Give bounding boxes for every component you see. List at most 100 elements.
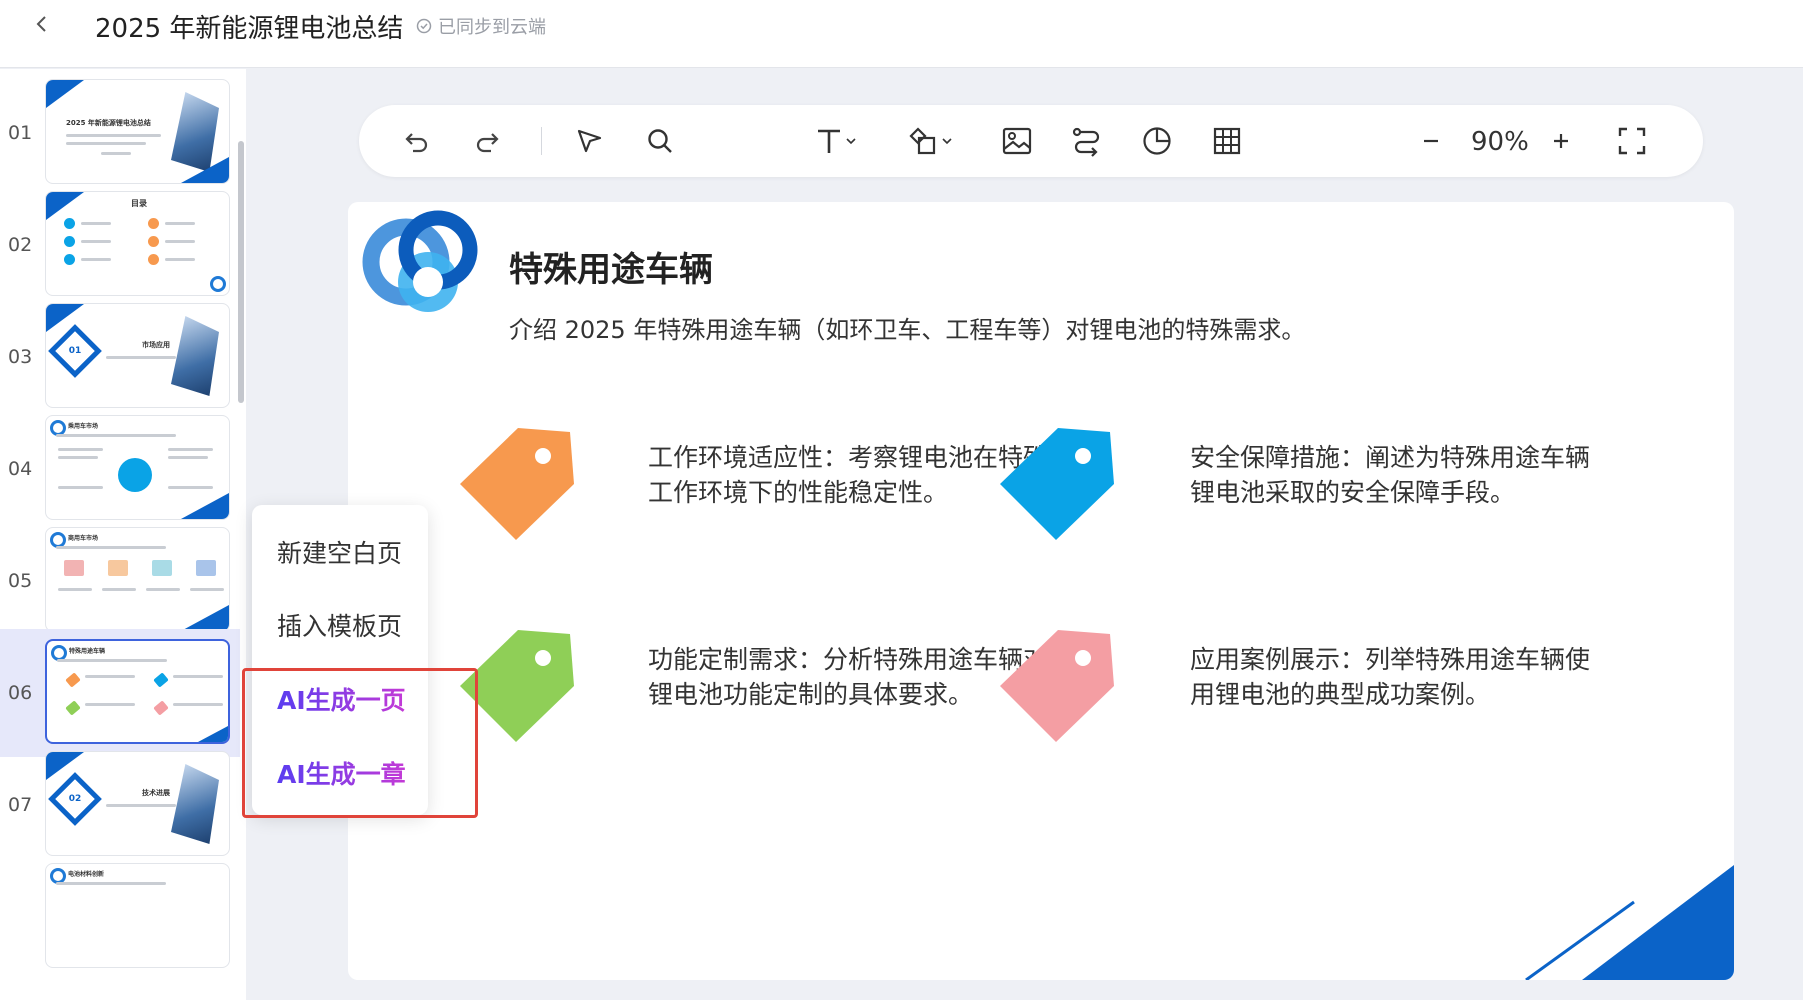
slide-thumbnail-item[interactable]: 04 乘用车市场 xyxy=(0,405,240,533)
select-tool-button[interactable] xyxy=(571,123,607,159)
building-image xyxy=(171,316,219,396)
chevron-down-icon xyxy=(846,138,856,145)
flow-icon xyxy=(1072,127,1100,157)
document-title[interactable]: 2025 年新能源锂电池总结 xyxy=(95,8,403,45)
slide-thumbnail[interactable]: 商用车市场 xyxy=(45,527,230,632)
thumb-title: 目录 xyxy=(131,199,147,208)
thumb-decoration xyxy=(46,192,84,220)
slide-thumbnail[interactable]: 乘用车市场 xyxy=(45,415,230,520)
top-header: 2025 年新能源锂电池总结 已同步到云端 xyxy=(0,0,1803,68)
toolbar-divider xyxy=(541,127,542,155)
menu-item-new-blank-page[interactable]: 新建空白页 xyxy=(277,534,402,570)
undo-icon xyxy=(405,133,428,153)
section-number: 01 xyxy=(68,346,82,356)
thumb-decoration xyxy=(181,157,229,183)
slide-number: 02 xyxy=(8,234,33,256)
thumb-text-line xyxy=(57,659,167,662)
tag-icon xyxy=(153,700,169,716)
slide-number: 03 xyxy=(8,346,33,368)
slide-thumbnail-item[interactable]: 02 目录 xyxy=(0,181,240,309)
table-icon xyxy=(1213,127,1241,155)
slide-number: 04 xyxy=(8,458,33,480)
thumb-text-line xyxy=(106,804,176,807)
thumb-icon xyxy=(64,254,75,265)
shape-tool-button[interactable] xyxy=(904,123,958,159)
chart-tool-button[interactable] xyxy=(1139,123,1175,159)
thumb-text-line xyxy=(56,882,166,885)
menu-item-ai-generate-chapter[interactable]: AI生成一章 xyxy=(277,755,406,791)
sync-status: 已同步到云端 xyxy=(416,13,546,39)
slide-thumbnail-item[interactable]: 电池材料创新 xyxy=(0,853,240,981)
slide-thumbnail[interactable]: 特殊用途车辆 xyxy=(45,639,230,744)
thumb-icon xyxy=(148,254,159,265)
chevron-left-icon xyxy=(36,16,46,32)
slide-thumbnail[interactable]: 目录 xyxy=(45,191,230,296)
minus-icon xyxy=(1424,139,1438,143)
back-button[interactable] xyxy=(24,6,60,42)
editing-toolbar: 90% xyxy=(359,105,1703,177)
search-tool-button[interactable] xyxy=(642,123,678,159)
thumb-text-line xyxy=(81,258,111,261)
menu-item-insert-template-page[interactable]: 插入模板页 xyxy=(277,607,402,643)
redo-button[interactable] xyxy=(469,123,505,159)
slide-number: 07 xyxy=(8,794,33,816)
thumb-text-line xyxy=(85,675,135,678)
tag-icon xyxy=(460,630,574,742)
building-image xyxy=(171,764,219,844)
slide-thumbnail-item[interactable]: 01 2025 年新能源锂电池总结 xyxy=(0,69,240,197)
thumb-decoration xyxy=(46,80,84,108)
thumb-title: 特殊用途车辆 xyxy=(69,648,106,655)
zoom-out-button[interactable] xyxy=(1413,123,1449,159)
thumb-text-line xyxy=(168,486,213,489)
thumb-text-line xyxy=(168,456,208,459)
text-tool-button[interactable] xyxy=(809,123,863,159)
feature-text: 安全保障措施：阐述为特殊用途车辆锂电池采取的安全保障手段。 xyxy=(1190,443,1591,507)
zoom-in-button[interactable] xyxy=(1543,123,1579,159)
slide-thumbnail-item[interactable]: 03 01 市场应用 xyxy=(0,293,240,421)
thumb-text-line xyxy=(85,703,135,706)
slide-thumbnail-panel: 01 2025 年新能源锂电池总结 02 目录 03 01 市场应用 04 乘用… xyxy=(0,69,246,1000)
slide-canvas[interactable]: 特殊用途车辆 介绍 2025 年特殊用途车辆（如环卫车、工程车等）对锂电池的特殊… xyxy=(348,202,1734,980)
tag-icon xyxy=(65,672,81,688)
menu-item-ai-generate-page[interactable]: AI生成一页 xyxy=(277,681,406,717)
thumb-text-line xyxy=(146,588,180,591)
slide-thumbnail[interactable]: 电池材料创新 xyxy=(45,863,230,968)
thumb-title: 商用车市场 xyxy=(68,535,99,542)
pie-chart-icon xyxy=(1143,127,1171,155)
zoom-level[interactable]: 90% xyxy=(1471,127,1529,157)
slide-subtitle[interactable]: 介绍 2025 年特殊用途车辆（如环卫车、工程车等）对锂电池的特殊需求。 xyxy=(509,310,1305,345)
thumb-icon xyxy=(64,218,75,229)
thumb-icon xyxy=(148,218,159,229)
shapes-icon xyxy=(909,127,936,155)
undo-button[interactable] xyxy=(399,123,435,159)
slide-thumbnail[interactable]: 02 技术进展 xyxy=(45,751,230,856)
thumb-icon xyxy=(64,560,84,576)
slide-thumbnail-item[interactable]: 05 商用车市场 xyxy=(0,517,240,645)
add-page-context-menu: 新建空白页 插入模板页 AI生成一页 AI生成一章 xyxy=(252,505,428,815)
slide-thumbnail-item[interactable]: 06 特殊用途车辆 xyxy=(0,629,240,757)
thumb-text-line xyxy=(58,588,92,591)
section-number: 02 xyxy=(68,794,82,804)
search-icon xyxy=(648,129,672,153)
slide-thumbnail[interactable]: 01 市场应用 xyxy=(45,303,230,408)
thumb-text-line xyxy=(173,675,223,678)
fullscreen-button[interactable] xyxy=(1614,123,1650,159)
thumb-text-line xyxy=(168,448,213,451)
thumb-text-line xyxy=(173,703,223,706)
slide-title[interactable]: 特殊用途车辆 xyxy=(509,242,713,291)
thumb-text-line xyxy=(101,152,131,155)
slide-thumbnail-item[interactable]: 07 02 技术进展 xyxy=(0,741,240,869)
redo-icon xyxy=(476,133,499,153)
connector-tool-button[interactable] xyxy=(1069,123,1105,159)
cursor-icon xyxy=(577,129,602,153)
slide-thumbnail[interactable]: 2025 年新能源锂电池总结 xyxy=(45,79,230,184)
tag-icon xyxy=(1000,428,1114,540)
thumb-text-line xyxy=(56,546,166,549)
image-tool-button[interactable] xyxy=(999,123,1035,159)
thumb-title: 技术进展 xyxy=(142,789,170,797)
thumb-text-line xyxy=(190,588,224,591)
table-tool-button[interactable] xyxy=(1209,123,1245,159)
thumb-text-line xyxy=(165,240,195,243)
tag-icon xyxy=(1000,630,1114,742)
slide-number: 06 xyxy=(8,682,33,704)
